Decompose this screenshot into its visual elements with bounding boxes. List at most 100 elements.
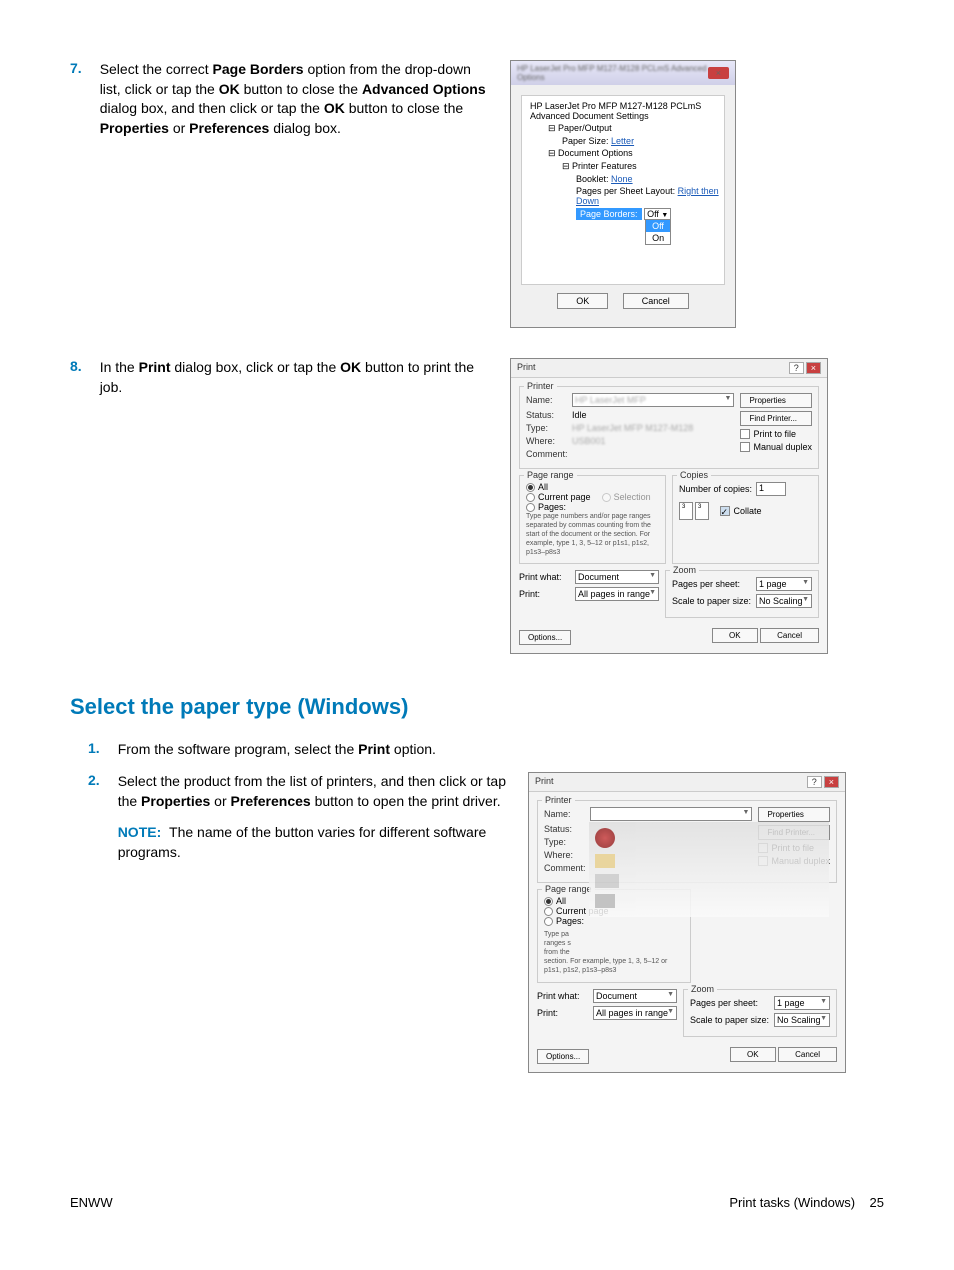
step-7-text: 7. Select the correct Page Borders optio…: [70, 60, 490, 328]
copies-spinner[interactable]: 1: [756, 482, 786, 496]
manual-duplex-checkbox[interactable]: [740, 442, 750, 452]
print-to-file-checkbox[interactable]: [740, 429, 750, 439]
zoom-section: Zoom Pages per sheet:1 page Scale to pap…: [665, 570, 819, 618]
step-number: 2.: [88, 772, 100, 1072]
step-1-text: 1. From the software program, select the…: [88, 740, 508, 760]
printer-icon: [595, 894, 615, 908]
footer-left: ENWW: [70, 1195, 113, 1210]
where-label: Where:: [526, 436, 568, 446]
step-body: From the software program, select the Pr…: [118, 740, 436, 760]
step-7-row: 7. Select the correct Page Borders optio…: [70, 60, 884, 328]
tree-root: HP LaserJet Pro MFP M127-M128 PCLmS Adva…: [526, 100, 720, 122]
options-button[interactable]: Options...: [519, 630, 571, 645]
printer-icon: [595, 874, 619, 888]
printer-icon: [595, 854, 615, 868]
print-what-label: Print what:: [519, 572, 571, 582]
current-page-radio[interactable]: [544, 907, 553, 916]
pages-per-sheet-select[interactable]: 1 page: [774, 996, 830, 1010]
printer-name-select[interactable]: HP LaserJet MFP: [572, 393, 734, 407]
printer-list-popup[interactable]: [589, 822, 829, 917]
chevron-down-icon: ▼: [661, 212, 668, 219]
dropdown-list: Off On: [645, 219, 671, 245]
close-icon[interactable]: ×: [708, 67, 729, 79]
pages-radio[interactable]: [544, 917, 553, 926]
collate-checkbox[interactable]: ✓: [720, 506, 730, 516]
manual-duplex-label: Manual duplex: [753, 442, 812, 452]
ok-button[interactable]: OK: [557, 293, 608, 309]
printer-icon: [595, 828, 615, 848]
cancel-button[interactable]: Cancel: [760, 628, 819, 643]
all-radio[interactable]: [526, 483, 535, 492]
step-7-image: HP LaserJet Pro MFP M127-M128 PCLmS Adva…: [510, 60, 736, 328]
print-to-file-label: Print to file: [753, 429, 796, 439]
properties-button[interactable]: Properties: [740, 393, 812, 408]
pages-per-sheet-select[interactable]: 1 page: [756, 577, 812, 591]
status-value: Idle: [572, 410, 587, 420]
properties-button[interactable]: Properties: [758, 807, 830, 822]
section-title: Page range: [524, 470, 577, 480]
section-title: Printer: [542, 795, 575, 805]
tree-booklet[interactable]: Booklet: None: [526, 173, 720, 185]
ok-button[interactable]: OK: [712, 628, 758, 643]
pages-radio[interactable]: [526, 503, 535, 512]
collate-icon: [679, 502, 709, 520]
close-icon[interactable]: ×: [824, 776, 839, 788]
name-label: Name:: [526, 395, 568, 405]
step-2-image: Print ? × Printer Name: Status: Type: Wh…: [528, 772, 846, 1072]
scale-select[interactable]: No Scaling: [774, 1013, 830, 1027]
cancel-button[interactable]: Cancel: [623, 293, 689, 309]
tree-doc-options[interactable]: ⊟ Document Options: [526, 147, 720, 160]
step-8-text: 8. In the Print dialog box, click or tap…: [70, 358, 490, 654]
type-label: Type:: [544, 837, 586, 847]
step-number: 8.: [70, 358, 82, 654]
options-button[interactable]: Options...: [537, 1049, 589, 1064]
print-what-select[interactable]: Document: [575, 570, 659, 584]
print-body: Printer Name: Status: Type: Where: Comme…: [529, 792, 845, 1071]
tree-paper-size[interactable]: Paper Size: Letter: [526, 135, 720, 147]
close-icon[interactable]: ×: [806, 362, 821, 374]
dropdown-option-on[interactable]: On: [646, 232, 670, 244]
printer-name-select[interactable]: [590, 807, 752, 821]
step-number: 7.: [70, 60, 82, 328]
section-title: Zoom: [670, 565, 699, 575]
step-2-row: 2. Select the product from the list of p…: [70, 772, 884, 1072]
all-radio[interactable]: [544, 897, 553, 906]
tree-pps-layout[interactable]: Pages per Sheet Layout: Right then Down: [526, 185, 720, 207]
page-borders-dropdown[interactable]: Off ▼ Off On: [644, 208, 671, 220]
pages-hint: Type page numbers and/or page ranges sep…: [526, 512, 659, 557]
help-icon[interactable]: ?: [807, 776, 822, 788]
print-title: Print: [535, 776, 554, 788]
current-page-radio[interactable]: [526, 493, 535, 502]
dialog-titlebar: HP LaserJet Pro MFP M127-M128 PCLmS Adva…: [511, 61, 735, 85]
name-label: Name:: [544, 809, 586, 819]
note-label: NOTE:: [118, 824, 162, 840]
find-printer-button[interactable]: Find Printer...: [740, 411, 812, 426]
print-what-select[interactable]: Document: [593, 989, 677, 1003]
step-body: In the Print dialog box, click or tap th…: [100, 358, 490, 654]
page-footer: ENWW Print tasks (Windows) 25: [70, 1195, 884, 1210]
print-title: Print: [517, 362, 536, 374]
copies-section: Copies Number of copies: 1 ✓Collate: [672, 475, 819, 564]
print-select[interactable]: All pages in range: [575, 587, 659, 601]
print-select[interactable]: All pages in range: [593, 1006, 677, 1020]
comment-label: Comment:: [526, 449, 568, 459]
tree-paper-output[interactable]: ⊟ Paper/Output: [526, 122, 720, 135]
scale-select[interactable]: No Scaling: [756, 594, 812, 608]
step-8-row: 8. In the Print dialog box, click or tap…: [70, 358, 884, 654]
step-8-image: Print ? × Printer Name:HP LaserJet MFP S…: [510, 358, 828, 654]
selection-radio: [602, 493, 611, 502]
zoom-section: Zoom Pages per sheet:1 page Scale to pap…: [683, 989, 837, 1037]
step-1-row: 1. From the software program, select the…: [70, 740, 884, 760]
status-label: Status:: [526, 410, 568, 420]
help-icon[interactable]: ?: [789, 362, 804, 374]
section-title: Copies: [677, 470, 711, 480]
cancel-button[interactable]: Cancel: [778, 1047, 837, 1062]
dropdown-option-off[interactable]: Off: [646, 220, 670, 232]
tree-page-borders[interactable]: Page Borders: Off ▼ Off On: [526, 207, 720, 221]
dialog-buttons: OK Cancel: [521, 285, 725, 317]
ok-button[interactable]: OK: [730, 1047, 776, 1062]
tree-printer-features[interactable]: ⊟ Printer Features: [526, 160, 720, 173]
step-number: 1.: [88, 740, 100, 760]
print-body: Printer Name:HP LaserJet MFP Status:Idle…: [511, 378, 827, 653]
note-text: The name of the button varies for differ…: [118, 824, 487, 860]
